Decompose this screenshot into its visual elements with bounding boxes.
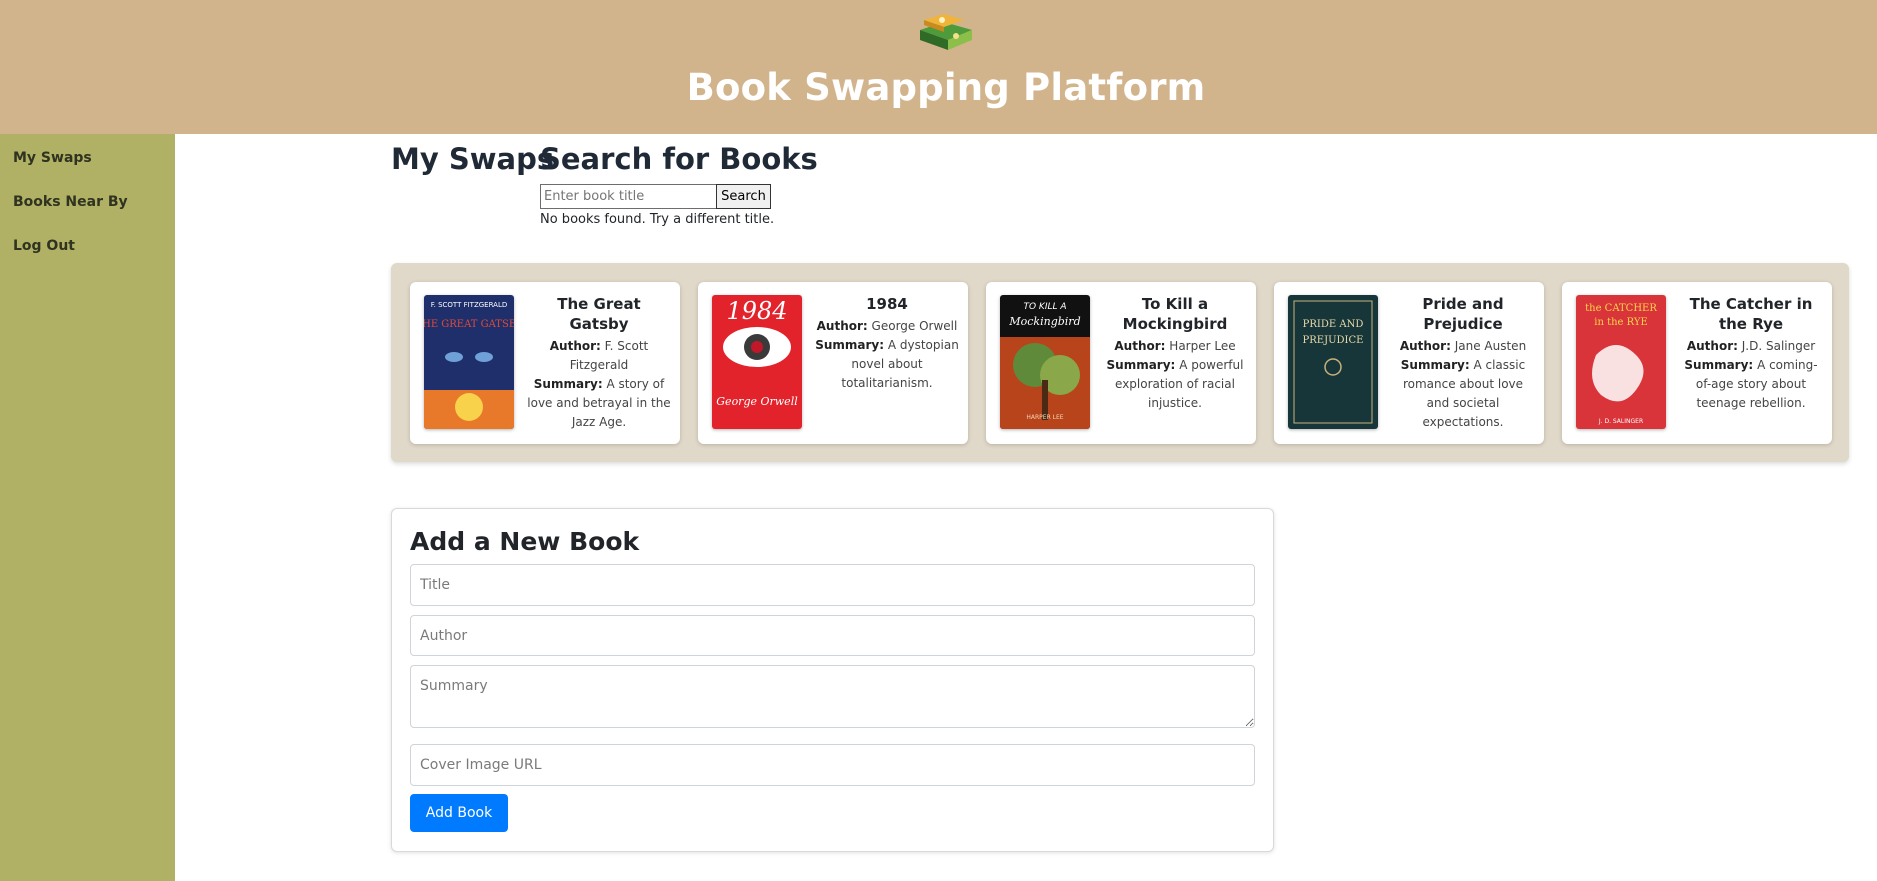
book-summary: Summary: A classic romance about love an… (1400, 358, 1526, 429)
summary-field[interactable] (410, 665, 1255, 728)
sidebar-item-books-near-by[interactable]: Books Near By (13, 194, 128, 210)
search-button[interactable]: Search (716, 184, 771, 209)
cover-text: Mockingbird (1008, 315, 1080, 328)
cover-url-field[interactable] (410, 744, 1255, 786)
book-cover: TO KILL A Mockingbird HARPER LEE (1000, 295, 1090, 429)
book-cover: 1984 George Orwell (712, 295, 802, 429)
search-input[interactable] (540, 184, 717, 209)
add-book-heading: Add a New Book (410, 527, 640, 556)
book-cover: PRIDE AND PREJUDICE (1288, 295, 1378, 429)
my-swaps-heading: My Swaps (391, 142, 555, 176)
sidebar-item-log-out[interactable]: Log Out (13, 238, 75, 254)
book-card[interactable]: the CATCHER in the RYE J. D. SALINGER Th… (1562, 282, 1832, 444)
book-swap-logo-icon (920, 14, 972, 50)
add-book-button[interactable]: Add Book (410, 794, 508, 832)
book-cover: F. SCOTT FITZGERALD THE GREAT GATSBY (424, 295, 514, 429)
book-card[interactable]: PRIDE AND PREJUDICE Pride and Prejudice … (1274, 282, 1544, 444)
cover-text: the CATCHER (1585, 303, 1657, 314)
book-title: Pride and Prejudice (1422, 295, 1504, 333)
title-field[interactable] (410, 564, 1255, 606)
site-title: Book Swapping Platform (686, 66, 1206, 109)
cover-text: THE GREAT GATSBY (424, 319, 514, 330)
cover-text: in the RYE (1594, 317, 1648, 328)
sidebar: My Swaps Books Near By Log Out (0, 134, 175, 881)
book-summary: Summary: A dystopian novel about totalit… (815, 338, 959, 390)
book-author: Author: Jane Austen (1399, 339, 1527, 353)
book-card[interactable]: F. SCOTT FITZGERALD THE GREAT GATSBY The… (410, 282, 680, 444)
book-title: The Great Gatsby (557, 295, 641, 333)
search-status: No books found. Try a different title. (540, 212, 775, 227)
book-card[interactable]: 1984 George Orwell 1984 Author: George O… (698, 282, 968, 444)
cover-text: TO KILL A (1023, 302, 1066, 312)
book-card[interactable]: TO KILL A Mockingbird HARPER LEE To Kill… (986, 282, 1256, 444)
author-field[interactable] (410, 615, 1255, 656)
add-book-form: Add a New Book Add Book (391, 508, 1274, 852)
cover-text: George Orwell (716, 395, 798, 408)
cover-text: HARPER LEE (1026, 414, 1063, 421)
book-author: Author: F. Scott Fitzgerald (549, 339, 649, 372)
book-author: Author: J.D. Salinger (1686, 339, 1816, 353)
book-title: 1984 (866, 295, 908, 313)
book-title: The Catcher in the Rye (1689, 295, 1813, 333)
book-author: Author: Harper Lee (1114, 339, 1236, 353)
book-summary: Summary: A coming-of-age story about tee… (1684, 358, 1818, 410)
book-summary: Summary: A powerful exploration of racia… (1106, 358, 1244, 410)
book-summary: Summary: A story of love and betrayal in… (527, 377, 671, 429)
book-list: F. SCOTT FITZGERALD THE GREAT GATSBY The… (391, 263, 1849, 462)
book-author: Author: George Orwell (816, 319, 958, 333)
cover-text: PRIDE AND (1303, 319, 1364, 330)
site-header: Book Swapping Platform (0, 0, 1877, 134)
cover-text: PREJUDICE (1303, 335, 1364, 346)
cover-text: 1984 (726, 297, 787, 325)
cover-text: J. D. SALINGER (1598, 418, 1643, 425)
search-heading: Search for Books (540, 142, 818, 176)
book-cover: the CATCHER in the RYE J. D. SALINGER (1576, 295, 1666, 429)
sidebar-item-my-swaps[interactable]: My Swaps (13, 150, 92, 166)
book-title: To Kill a Mockingbird (1122, 295, 1228, 333)
cover-text: F. SCOTT FITZGERALD (431, 301, 508, 309)
